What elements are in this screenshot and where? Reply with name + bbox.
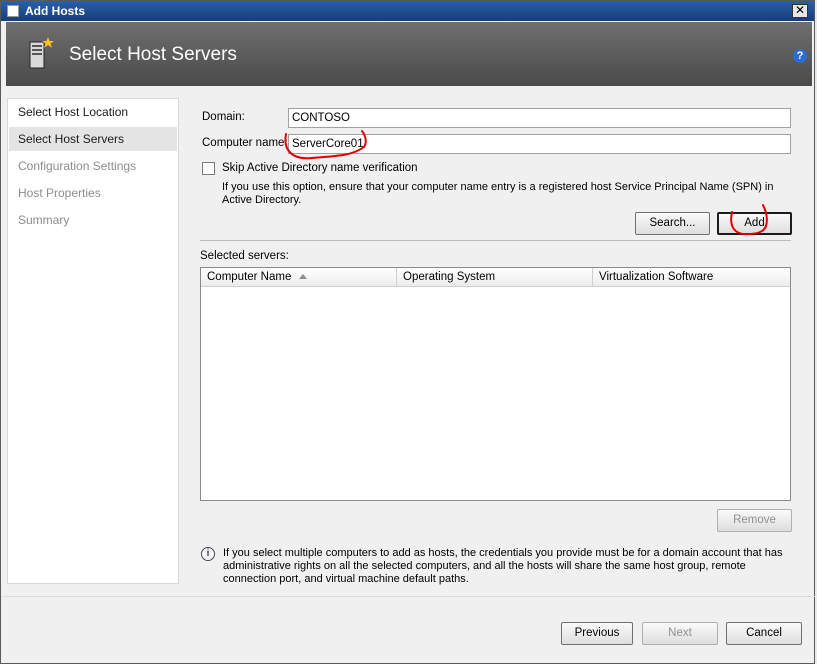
next-button: Next (642, 622, 718, 645)
info-icon: i (201, 547, 215, 561)
nav-item-host-properties: Host Properties (18, 186, 101, 200)
app-icon (7, 5, 19, 17)
search-button[interactable]: Search... (635, 212, 710, 235)
nav-item-select-host-location[interactable]: Select Host Location (9, 100, 177, 124)
selected-servers-label: Selected servers: (200, 250, 289, 262)
cancel-button[interactable]: Cancel (726, 622, 802, 645)
column-virtualization-software-label: Virtualization Software (599, 271, 714, 283)
wizard-header: Select Host Servers ? (6, 22, 812, 86)
add-hosts-window: Add Hosts ✕ Select Host Servers ? Select… (0, 0, 816, 664)
remove-button: Remove (717, 509, 792, 532)
nav-item-configuration-settings: Configuration Settings (18, 159, 137, 173)
domain-label: Domain: (202, 111, 245, 123)
computer-name-label: Computer name: (202, 137, 288, 149)
column-computer-name[interactable]: Computer Name (201, 268, 397, 287)
info-text: If you select multiple computers to add … (223, 547, 783, 585)
previous-button[interactable]: Previous (561, 622, 633, 645)
close-button[interactable]: ✕ (792, 4, 808, 18)
column-operating-system-label: Operating System (403, 271, 496, 283)
separator (200, 240, 791, 241)
nav-item-summary: Summary (18, 213, 70, 227)
sort-ascending-icon (299, 274, 308, 280)
title-bar[interactable]: Add Hosts ✕ (1, 1, 814, 21)
window-title: Add Hosts (25, 4, 85, 18)
wizard-nav: Select Host Location Select Host Servers… (7, 98, 179, 584)
footer-divider (1, 596, 816, 597)
server-icon (29, 37, 54, 69)
help-icon[interactable]: ? (793, 49, 807, 63)
column-virtualization-software[interactable]: Virtualization Software (593, 268, 790, 287)
computer-name-field[interactable]: ServerCore01 (288, 134, 791, 154)
selected-servers-grid[interactable]: Computer Name Operating System Virtualiz… (200, 267, 791, 501)
grid-header: Computer Name Operating System Virtualiz… (201, 268, 790, 287)
add-button[interactable]: Add (717, 212, 792, 235)
skip-ad-verification-checkbox[interactable] (202, 162, 215, 175)
skip-hint-text: If you use this option, ensure that your… (222, 181, 774, 206)
skip-ad-verification-label[interactable]: Skip Active Directory name verification (222, 162, 418, 174)
column-operating-system[interactable]: Operating System (397, 268, 593, 287)
nav-item-select-host-servers[interactable]: Select Host Servers (9, 127, 177, 151)
domain-field[interactable]: CONTOSO (288, 108, 791, 128)
column-computer-name-label: Computer Name (207, 271, 292, 283)
page-title: Select Host Servers (69, 44, 237, 65)
